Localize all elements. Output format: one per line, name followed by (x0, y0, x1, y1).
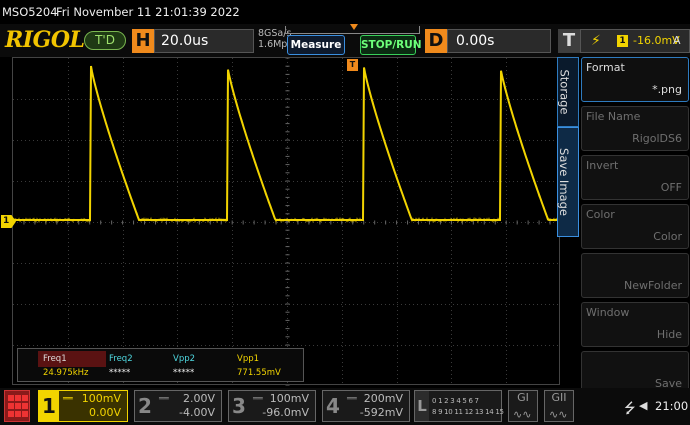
dc-coupling-icon: ══ (63, 394, 73, 403)
rising-edge-icon: ⚡ (591, 33, 601, 49)
usb-icon: ⭍ (624, 401, 636, 417)
generator-1-label: GI (517, 391, 529, 404)
rigol-logo: RIGOL (5, 27, 85, 53)
tab-storage-label: Storage (557, 69, 572, 115)
trigger-status-badge: T'D (84, 31, 126, 50)
channel-3-button[interactable]: 3 ══ 100mV -96.0mV (228, 390, 316, 422)
model-label: MSO5204 (2, 5, 58, 19)
clock-label: 21:00 (655, 399, 689, 413)
meas-value-freq2: ***** (109, 368, 131, 378)
menu-file-name-value: RigolDS6 (632, 132, 682, 145)
menu-invert-value: OFF (660, 181, 682, 194)
menu-color-label: Color (586, 208, 615, 221)
trigger-source-badge: 1 (617, 35, 628, 47)
title-line: MSO5204 Fri November 11 21:01:39 2022 (0, 0, 690, 24)
channel-1-button[interactable]: 1 ══ 100mV 0.00V (38, 390, 128, 422)
waveform-svg (13, 58, 561, 386)
logic-row-1: 0 1 2 3 4 5 6 7 (432, 397, 479, 405)
channel-2-scale: 2.00V (182, 392, 215, 405)
channel-3-scale: 100mV (269, 392, 309, 405)
toolbar: RIGOL T'D H 20.0us 8GSa/s 1.6Mpts Measur… (0, 24, 690, 57)
delay-label: D (425, 29, 447, 53)
menu-color[interactable]: Color Color (581, 204, 689, 249)
channel-4-number: 4 (326, 394, 340, 418)
home-icon-cell (8, 395, 14, 401)
home-icon-cell (22, 403, 28, 409)
menu-format[interactable]: Format *.png (581, 57, 689, 102)
home-icon-cell (22, 395, 28, 401)
menu-window[interactable]: Window Hide (581, 302, 689, 347)
stop-run-button[interactable]: STOP/RUN (360, 35, 422, 55)
channel-4-scale: 200mV (363, 392, 403, 405)
dc-coupling-icon: ══ (159, 394, 169, 403)
trigger-field[interactable]: ⚡ 1 -16.0mV A (580, 29, 690, 53)
menu-invert-label: Invert (586, 159, 619, 172)
menu-format-value: *.png (652, 83, 682, 96)
channel-2-offset: -4.00V (179, 406, 215, 419)
dc-coupling-icon: ══ (347, 394, 357, 403)
measurement-table: Freq1 24.975kHz Freq2 ***** Vpp2 ***** V… (17, 348, 304, 382)
home-menu-button[interactable] (4, 390, 30, 422)
trigger-position-marker[interactable]: T (347, 59, 358, 71)
storage-menu: Storage Save Image Format *.png File Nam… (557, 57, 690, 396)
channel-3-offset: -96.0mV (262, 406, 309, 419)
menu-new-folder-value: NewFolder (624, 279, 682, 292)
channel-2-button[interactable]: 2 ══ 2.00V -4.00V (134, 390, 222, 422)
generator-1-button[interactable]: GI ∿∿ (508, 390, 538, 422)
meas-value-vpp2: ***** (173, 368, 195, 378)
logic-row-2: 8 9 10 11 12 13 14 15 (432, 408, 504, 416)
tab-save-image-label: Save Image (556, 148, 571, 216)
home-icon-cell (15, 411, 21, 417)
channel-3-number: 3 (232, 394, 246, 418)
menu-file-name-label: File Name (586, 110, 641, 123)
channel-1-scale: 100mV (81, 392, 121, 405)
tab-storage[interactable]: Storage (557, 57, 579, 127)
speaker-icon: ◀ (639, 399, 648, 412)
meas-value-freq1: 24.975kHz (43, 368, 89, 378)
generator-2-label: GII (551, 391, 567, 404)
delay-field[interactable]: 0.00s (447, 29, 551, 53)
dc-coupling-icon: ══ (253, 394, 263, 403)
logic-letter: L (415, 391, 429, 421)
measure-button[interactable]: Measure (287, 35, 345, 55)
menu-invert[interactable]: Invert OFF (581, 155, 689, 200)
channel-4-button[interactable]: 4 ══ 200mV -592mV (322, 390, 410, 422)
trigger-label: T (558, 29, 580, 53)
menu-color-value: Color (653, 230, 682, 243)
meas-value-vpp1: 771.55mV (237, 368, 281, 378)
channel-2-number: 2 (138, 394, 152, 418)
home-icon-cell (8, 411, 14, 417)
home-icon-cell (8, 403, 14, 409)
generator-2-button[interactable]: GII ∿∿ (544, 390, 574, 422)
channel-4-offset: -592mV (359, 406, 403, 419)
tab-save-image[interactable]: Save Image (557, 127, 579, 237)
channel-1-number: 1 (39, 391, 59, 421)
menu-window-label: Window (586, 306, 630, 319)
channel-bar: 1 ══ 100mV 0.00V 2 ══ 2.00V -4.00V 3 ══ … (0, 388, 690, 425)
home-icon-cell (22, 411, 28, 417)
menu-window-value: Hide (656, 328, 682, 341)
home-icon-cell (15, 395, 21, 401)
waveform-display[interactable] (12, 57, 561, 386)
sine-wave-icon: ∿∿ (549, 408, 568, 421)
center-axis-ticks (13, 58, 561, 386)
sine-wave-icon: ∿∿ (513, 408, 532, 421)
timebase-field[interactable]: 20.0us (154, 29, 254, 53)
menu-format-label: Format (586, 61, 625, 74)
menu-file-name[interactable]: File Name RigolDS6 (581, 106, 689, 151)
datetime-label: Fri November 11 21:01:39 2022 (56, 5, 240, 19)
trigger-mode-label: A (673, 34, 681, 47)
horizontal-label: H (132, 29, 154, 53)
menu-new-folder[interactable]: NewFolder (581, 253, 689, 298)
trigger-position-icon (350, 24, 358, 30)
logic-analyzer-button[interactable]: L 0 1 2 3 4 5 6 7 8 9 10 11 12 13 14 15 (414, 390, 504, 422)
home-icon-cell (15, 403, 21, 409)
channel-1-offset: 0.00V (88, 406, 121, 419)
